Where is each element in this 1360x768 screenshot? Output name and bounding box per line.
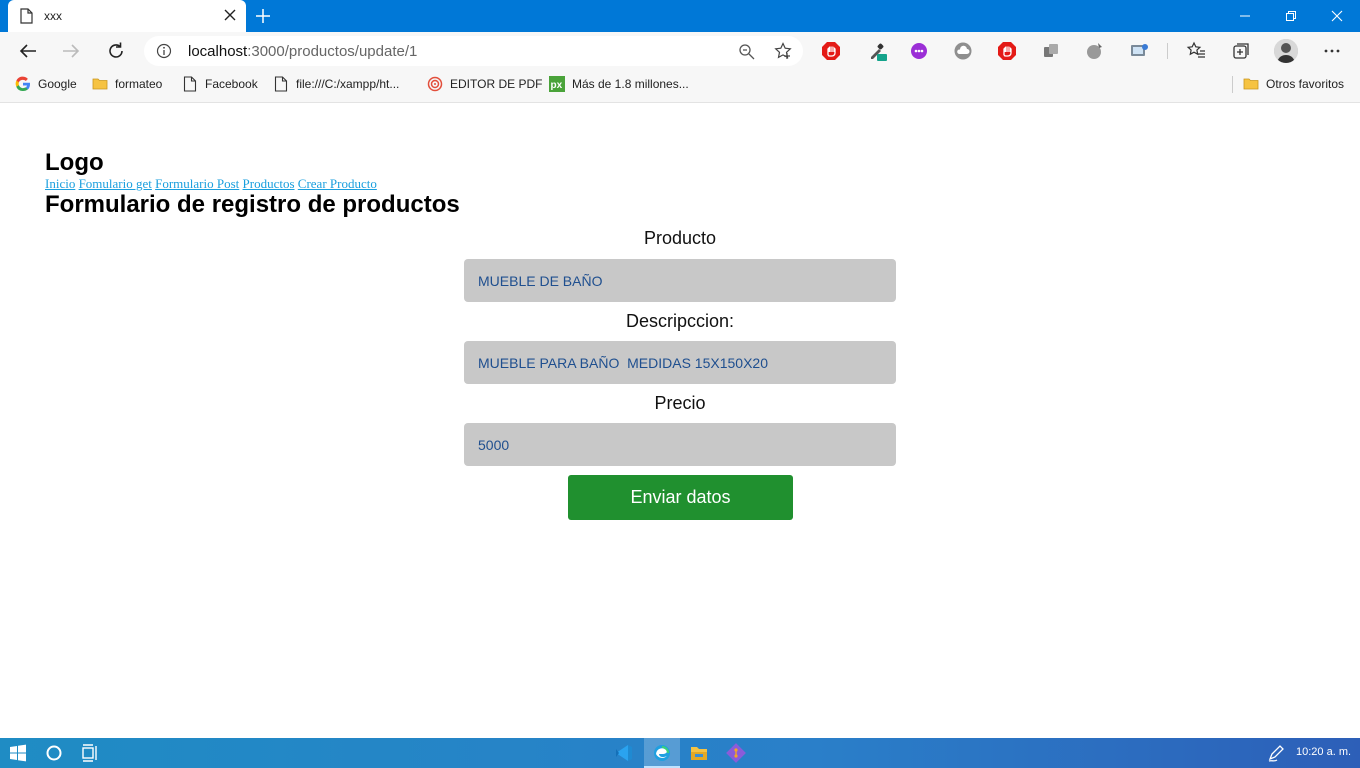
browser-titlebar: xxx: [0, 0, 1360, 32]
search-icon[interactable]: [44, 743, 64, 763]
descripcion-label: Descripccion:: [625, 311, 735, 331]
file-explorer-icon[interactable]: [689, 743, 709, 763]
adblock-extension-icon[interactable]: [997, 41, 1017, 61]
nav-link-productos[interactable]: Productos: [243, 176, 295, 191]
px-icon: px: [549, 76, 565, 92]
git-app-icon[interactable]: [726, 743, 746, 763]
pen-icon[interactable]: [1266, 743, 1286, 763]
page-title: Formulario de registro de productos: [45, 191, 460, 218]
nav-link-inicio[interactable]: Inicio: [45, 176, 75, 191]
new-tab-icon[interactable]: [254, 7, 272, 25]
minimize-icon: [1240, 15, 1250, 17]
bookmark-label: Google: [38, 77, 77, 91]
back-icon[interactable]: [17, 40, 39, 62]
close-icon[interactable]: [222, 7, 238, 23]
adblock-extension-icon[interactable]: [821, 41, 841, 61]
avatar-image: [1274, 39, 1298, 63]
bookmarks-bar: Google formateo Facebook file:///C:/xamp…: [0, 70, 1360, 103]
bookmark-facebook[interactable]: Facebook: [182, 70, 258, 98]
screen-extension-icon[interactable]: [1129, 41, 1149, 61]
favorite-star-icon[interactable]: [774, 42, 792, 60]
task-view-icon[interactable]: [80, 743, 100, 763]
bookmark-label: file:///C:/xampp/ht...: [296, 77, 400, 91]
refresh-icon[interactable]: [105, 40, 127, 62]
more-menu-icon[interactable]: [1322, 41, 1342, 61]
collections-icon[interactable]: [1231, 41, 1251, 61]
bookmark-label: Facebook: [205, 77, 258, 91]
page-icon: [20, 8, 33, 24]
purple-extension-icon[interactable]: [909, 41, 929, 61]
bookmark-google[interactable]: Google: [15, 70, 77, 98]
nav-link-formulario-get[interactable]: Fomulario get: [79, 176, 152, 191]
bookmark-label: Más de 1.8 millones...: [572, 77, 689, 91]
pdf-editor-icon: [427, 76, 443, 92]
taskbar-clock[interactable]: 10:20 a. m.: [1296, 746, 1351, 758]
folder-icon: [92, 78, 108, 90]
precio-input[interactable]: [464, 423, 896, 466]
google-icon: [15, 76, 30, 92]
toolbar-separator: [1167, 43, 1168, 59]
favorites-icon[interactable]: [1186, 41, 1206, 61]
bookmark-file-xampp[interactable]: file:///C:/xampp/ht...: [273, 70, 399, 98]
windows-start-icon[interactable]: [8, 743, 28, 763]
restore-icon: [1286, 11, 1296, 21]
producto-input[interactable]: [464, 259, 896, 302]
submit-button[interactable]: Enviar datos: [568, 475, 793, 520]
bookmark-formateo[interactable]: formateo: [92, 70, 162, 98]
zoom-icon[interactable]: [738, 43, 755, 60]
bookmark-label: Otros favoritos: [1266, 77, 1345, 91]
bookmark-other-favorites[interactable]: Otros favoritos: [1243, 70, 1344, 98]
bookmark-pixabay[interactable]: px Más de 1.8 millones...: [549, 70, 689, 98]
folder-icon: [1243, 78, 1259, 90]
address-bar[interactable]: localhost:3000/productos/update/1: [144, 36, 803, 66]
info-icon[interactable]: [156, 43, 172, 59]
precio-label: Precio: [654, 393, 706, 413]
gray-extension-icon[interactable]: [1041, 41, 1061, 61]
restore-button[interactable]: [1268, 0, 1314, 32]
edge-icon[interactable]: [652, 743, 672, 763]
nav-link-crear-producto[interactable]: Crear Producto: [298, 176, 377, 191]
web-page: Logo Inicio Fomulario get Formulario Pos…: [0, 103, 1360, 738]
site-logo: Logo: [45, 149, 104, 176]
forward-icon[interactable]: [60, 40, 82, 62]
bookmark-label: formateo: [115, 77, 163, 91]
page-icon: [274, 76, 288, 92]
producto-label: Producto: [643, 228, 717, 248]
page-icon: [183, 76, 197, 92]
bookmarks-separator: [1232, 76, 1233, 93]
nav-link-formulario-post[interactable]: Formulario Post: [155, 176, 239, 191]
svg-text:px: px: [551, 80, 563, 91]
windows-taskbar: 10:20 a. m.: [0, 738, 1360, 768]
url-text[interactable]: localhost:3000/productos/update/1: [188, 43, 417, 60]
close-icon: [1331, 10, 1343, 22]
profile-avatar[interactable]: [1274, 39, 1298, 63]
cloud-extension-icon[interactable]: [953, 41, 973, 61]
close-window-button[interactable]: [1314, 0, 1360, 32]
bookmark-label: EDITOR DE PDF: [450, 77, 543, 91]
site-nav: Inicio Fomulario get Formulario Post Pro…: [45, 176, 377, 192]
eyedropper-extension-icon[interactable]: [867, 41, 887, 61]
gray-extension-icon[interactable]: [1085, 41, 1105, 61]
tab-title: xxx: [44, 9, 62, 23]
bookmark-editor-pdf[interactable]: EDITOR DE PDF: [427, 70, 542, 98]
browser-toolbar: localhost:3000/productos/update/1: [0, 32, 1360, 70]
browser-tab[interactable]: xxx: [8, 0, 246, 32]
vscode-icon[interactable]: [614, 743, 634, 763]
descripcion-input[interactable]: [464, 341, 896, 384]
minimize-button[interactable]: [1222, 0, 1268, 32]
